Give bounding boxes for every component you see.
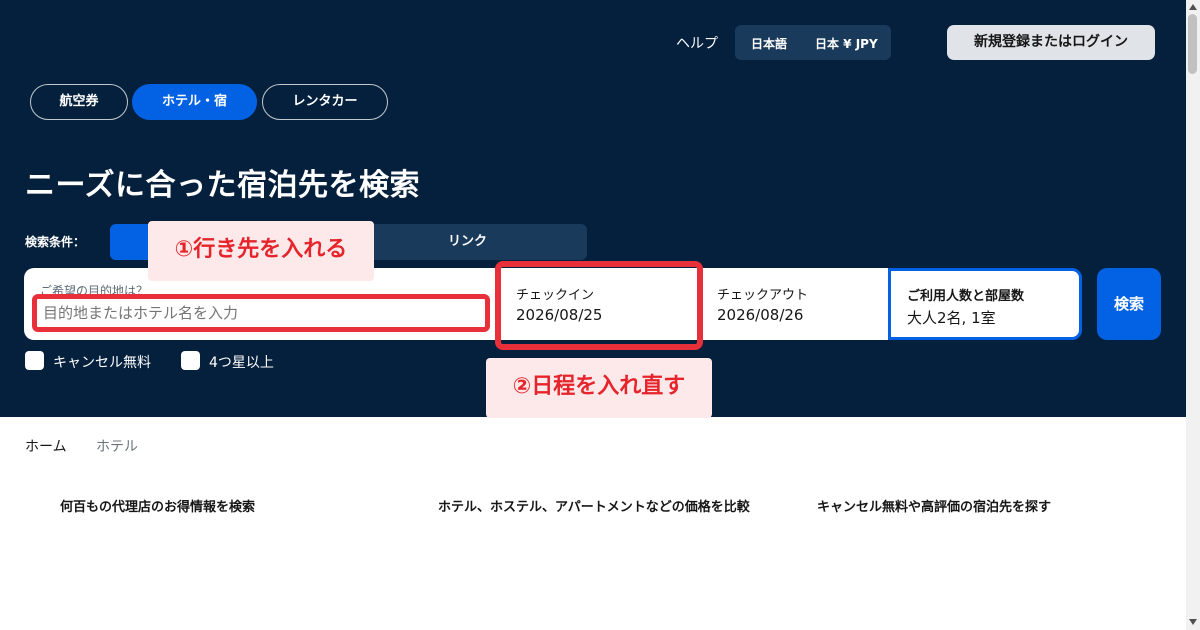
region-currency-label: 日本 ¥ JPY: [815, 37, 878, 51]
guests-rooms-field[interactable]: ご利用人数と部屋数 大人2名, 1室: [888, 268, 1082, 340]
scrollbar-thumb[interactable]: [1188, 14, 1197, 74]
annotation-step-1: ①行き先を入れる: [148, 221, 374, 281]
four-stars-filter[interactable]: 4つ星以上: [181, 351, 291, 371]
date-highlight-frame: [495, 261, 703, 350]
search-conditions-option-link[interactable]: リンク: [348, 224, 587, 260]
tab-hotels[interactable]: ホテル・宿: [132, 84, 257, 120]
scrollbar-track[interactable]: [1186, 0, 1200, 630]
four-stars-checkbox[interactable]: [181, 351, 200, 370]
scroll-down-arrow-icon[interactable]: [1188, 617, 1198, 627]
guests-rooms-label: ご利用人数と部屋数: [907, 289, 1025, 304]
checkout-value: 2026/08/26: [717, 306, 804, 324]
locale-selector[interactable]: 日本語 日本 ¥ JPY: [735, 25, 891, 60]
login-button[interactable]: 新規登録またはログイン: [947, 25, 1155, 60]
breadcrumb-hotels: ホテル: [96, 439, 138, 455]
free-cancellation-filter[interactable]: キャンセル無料: [25, 351, 175, 371]
page-title: ニーズに合った宿泊先を検索: [25, 168, 420, 203]
feature-item: キャンセル無料や高評価の宿泊先を探す: [817, 500, 1052, 515]
tab-car-rental[interactable]: レンタカー: [262, 84, 388, 120]
tab-flights[interactable]: 航空券: [30, 84, 128, 120]
search-conditions-label: 検索条件：: [25, 235, 86, 249]
hero-section: [0, 0, 1186, 417]
destination-input[interactable]: [32, 294, 490, 332]
annotation-step-2: ②日程を入れ直す: [486, 358, 712, 418]
guests-rooms-value: 大人2名, 1室: [907, 309, 996, 327]
four-stars-label: 4つ星以上: [209, 355, 274, 371]
language-label: 日本語: [751, 37, 788, 51]
search-button[interactable]: 検索: [1097, 268, 1161, 340]
checkout-field[interactable]: チェックアウト 2026/08/26: [698, 268, 888, 340]
feature-item: ホテル、ホステル、アパートメントなどの価格を比較: [438, 500, 750, 515]
help-link[interactable]: ヘルプ: [676, 33, 718, 53]
free-cancellation-checkbox[interactable]: [25, 351, 44, 370]
breadcrumb-home[interactable]: ホーム: [25, 436, 67, 456]
feature-item: 何百もの代理店のお得情報を検索: [60, 500, 256, 515]
checkout-label: チェックアウト: [717, 288, 809, 303]
scroll-up-arrow-icon[interactable]: [1188, 2, 1198, 12]
free-cancellation-label: キャンセル無料: [53, 355, 151, 371]
